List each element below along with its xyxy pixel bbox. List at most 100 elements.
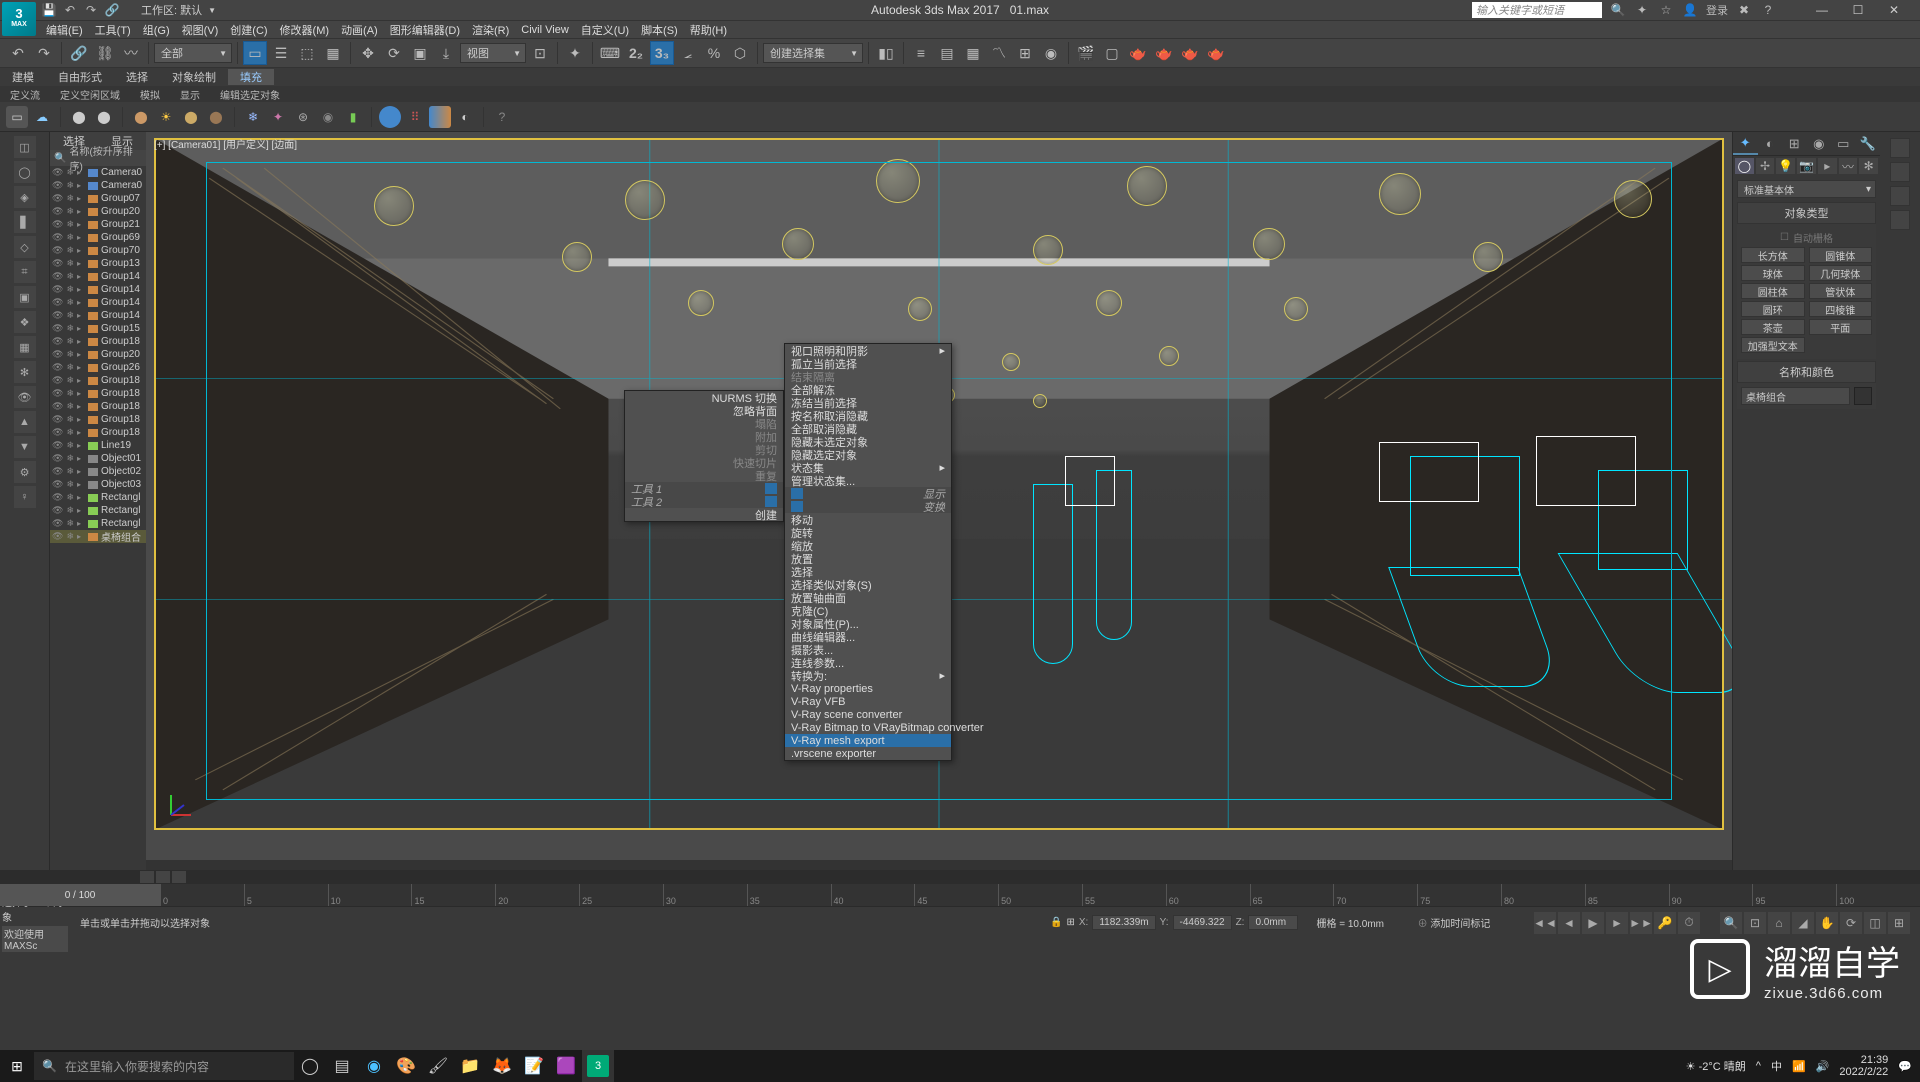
move-button[interactable]: ✥	[356, 41, 380, 65]
viewport-h-scroll[interactable]	[146, 860, 1732, 870]
primitive-button[interactable]: 圆环	[1741, 301, 1805, 317]
vpnav-3[interactable]	[1890, 186, 1910, 206]
vp-config-button[interactable]: ⊞	[1888, 912, 1910, 934]
scene-item[interactable]: 👁❄▸Object01	[50, 452, 146, 465]
scene-item[interactable]: 👁❄▸Camera0	[50, 179, 146, 192]
start-button[interactable]: ⊞	[0, 1050, 34, 1082]
rotate-button[interactable]: ⟳	[382, 41, 406, 65]
task-app-1[interactable]: ▤	[326, 1050, 358, 1082]
menu-item[interactable]: 工具(T)	[89, 22, 137, 38]
ribbon-panel-label[interactable]: 定义流	[10, 87, 40, 102]
select-manipulate-button[interactable]: ✦	[563, 41, 587, 65]
workspace-selector[interactable]: 工作区: 默认▼	[141, 2, 216, 18]
scene-item[interactable]: 👁❄▸Group18	[50, 335, 146, 348]
tray-date[interactable]: 2022/2/22	[1839, 1066, 1888, 1078]
undo-icon[interactable]: ↶	[61, 1, 79, 19]
primitive-button[interactable]: 长方体	[1741, 247, 1805, 263]
lock1-icon[interactable]: ▲	[14, 411, 36, 433]
scene-item[interactable]: 👁❄▸Group69	[50, 231, 146, 244]
filter-spacewarps-icon[interactable]: ⌗	[14, 261, 36, 283]
timeline[interactable]: 0 / 100 05101520253035404550556065707580…	[0, 884, 1920, 906]
primitive-button[interactable]: 圆柱体	[1741, 283, 1805, 299]
snap-3d-button[interactable]: 3₃	[650, 41, 674, 65]
window-crossing-button[interactable]: ▦	[321, 41, 345, 65]
scene-item[interactable]: 👁❄▸Group70	[50, 244, 146, 257]
named-selection-combo[interactable]: 创建选择集	[763, 43, 863, 63]
zoom-extents-button[interactable]: ⌂	[1768, 912, 1790, 934]
account-icon[interactable]: 👤	[1682, 2, 1698, 18]
fov-button[interactable]: ◢	[1792, 912, 1814, 934]
cmd-tab-create[interactable]: ✦	[1733, 132, 1758, 155]
exchange-icon[interactable]: ✖	[1736, 2, 1752, 18]
opt-icon[interactable]: ⚙	[14, 461, 36, 483]
select-by-name-button[interactable]: ☰	[269, 41, 293, 65]
particle2-icon[interactable]: ⊛	[292, 106, 314, 128]
redo-icon[interactable]: ↷	[82, 1, 100, 19]
filter-bones-icon[interactable]: ❖	[14, 311, 36, 333]
render-setup-button[interactable]: 🎬	[1074, 41, 1098, 65]
gradient-icon[interactable]	[429, 106, 451, 128]
primitive-button[interactable]: 圆锥体	[1809, 247, 1873, 263]
schematic-view-button[interactable]: ⊞	[1013, 41, 1037, 65]
help-icon[interactable]: ?	[491, 106, 513, 128]
render-activeshade-button[interactable]: 🫖	[1178, 41, 1202, 65]
quad-menu-item[interactable]: V-Ray mesh export	[785, 734, 951, 747]
task-firefox-icon[interactable]: 🦊	[486, 1050, 518, 1082]
primitive-button[interactable]: 茶壶	[1741, 319, 1805, 335]
ribbon-tab[interactable]: 填充	[228, 69, 274, 85]
hier-icon[interactable]: ♀	[14, 486, 36, 508]
login-button[interactable]: 登录	[1706, 2, 1728, 18]
ribbon-panel-label[interactable]: 定义空闲区域	[60, 87, 120, 102]
scene-item[interactable]: 👁❄▸Object03	[50, 478, 146, 491]
ribbon-tab[interactable]: 建模	[0, 69, 46, 85]
weather-widget[interactable]: ☀ -2°C 晴朗	[1686, 1058, 1746, 1074]
ref-coord-combo[interactable]: 视图	[460, 43, 526, 63]
use-center-button[interactable]: ⊡	[528, 41, 552, 65]
filter-helpers-icon[interactable]: ◇	[14, 236, 36, 258]
filter-lights-icon[interactable]: ◈	[14, 186, 36, 208]
subtab-lights-icon[interactable]: 💡	[1776, 158, 1795, 174]
primitive-button[interactable]: 管状体	[1809, 283, 1873, 299]
quad-menu-item[interactable]: V-Ray scene converter	[785, 708, 951, 721]
scene-item[interactable]: 👁❄▸Rectangl	[50, 504, 146, 517]
menu-item[interactable]: 帮助(H)	[684, 22, 733, 38]
redo-button[interactable]: ↷	[32, 41, 56, 65]
undo-button[interactable]: ↶	[6, 41, 30, 65]
sun-icon[interactable]: ☀	[155, 106, 177, 128]
auto-key-button[interactable]: ◄◄	[1534, 912, 1556, 934]
ribbon-tab[interactable]: 对象绘制	[160, 69, 228, 85]
subtab-spacewarps-icon[interactable]: 〰	[1839, 158, 1858, 174]
ribbon-panel-label[interactable]: 编辑选定对象	[220, 87, 280, 102]
toggle-ribbon-button[interactable]: ▦	[961, 41, 985, 65]
curve-editor-button[interactable]: 〽	[987, 41, 1011, 65]
scene-item[interactable]: 👁❄▸Group26	[50, 361, 146, 374]
auto-grid-checkbox[interactable]: ☐ 自动栅格	[1741, 228, 1872, 247]
scene-sort-header[interactable]: 🔍名称(按升序排序)	[50, 150, 146, 166]
menu-item[interactable]: 脚本(S)	[635, 22, 684, 38]
subtab-geometry-icon[interactable]: ◯	[1735, 158, 1754, 174]
quad-menu-item[interactable]: 转换为:	[785, 669, 951, 682]
omni-light-icon[interactable]: ⬤	[130, 106, 152, 128]
percent-snap-button[interactable]: %	[702, 41, 726, 65]
menu-item[interactable]: 自定义(U)	[575, 22, 635, 38]
link-icon[interactable]: 🔗	[103, 1, 121, 19]
filter-hidden-icon[interactable]: 👁	[14, 386, 36, 408]
scene-item[interactable]: 👁❄▸Group18	[50, 426, 146, 439]
material-editor-button[interactable]: ◉	[1039, 41, 1063, 65]
tray-volume-icon[interactable]: 🔊	[1816, 1060, 1830, 1073]
quad-menu-item[interactable]: 管理状态集...	[785, 474, 951, 487]
angle-snap-button[interactable]: ⦟	[676, 41, 700, 65]
menu-item[interactable]: 图形编辑器(D)	[384, 22, 466, 38]
vpnav-2[interactable]	[1890, 162, 1910, 182]
link-button[interactable]: 🔗	[67, 41, 91, 65]
coord-z-input[interactable]: 0.0mm	[1248, 915, 1298, 930]
ribbon-tab[interactable]: 选择	[114, 69, 160, 85]
time-track[interactable]: 0510152025303540455055606570758085909510…	[160, 884, 1920, 906]
tray-wifi-icon[interactable]: 📶	[1792, 1060, 1806, 1073]
coord-x-input[interactable]: 1182.339m	[1092, 915, 1155, 930]
mirror-button[interactable]: ▮▯	[874, 41, 898, 65]
box-icon[interactable]: ▭	[6, 106, 28, 128]
viewport[interactable]: [+] [Camera01] [用户定义] [边面] NURMS 切换忽略背面塌…	[146, 132, 1732, 870]
particles-icon[interactable]: ⠿	[404, 106, 426, 128]
render-cloud-button[interactable]: 🫖	[1204, 41, 1228, 65]
